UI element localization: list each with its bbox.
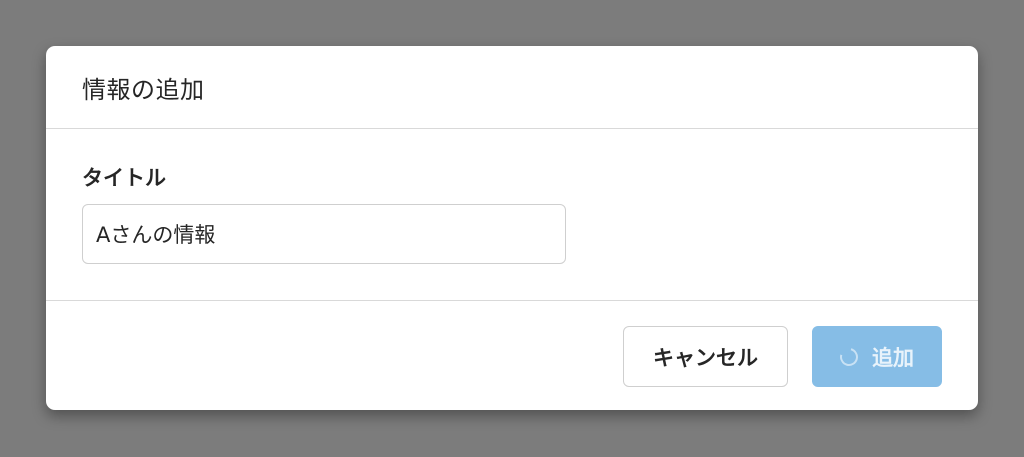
add-button[interactable]: 追加 bbox=[812, 326, 942, 387]
cancel-button[interactable]: キャンセル bbox=[623, 326, 788, 387]
loading-spinner-icon bbox=[836, 344, 862, 369]
dialog-body: タイトル bbox=[46, 129, 978, 301]
dialog-footer: キャンセル 追加 bbox=[46, 301, 978, 410]
add-button-label: 追加 bbox=[872, 345, 914, 370]
dialog-header: 情報の追加 bbox=[46, 46, 978, 129]
title-field-label: タイトル bbox=[82, 166, 166, 190]
dialog-title: 情報の追加 bbox=[82, 75, 205, 104]
cancel-button-label: キャンセル bbox=[653, 345, 758, 370]
add-info-dialog: 情報の追加 タイトル キャンセル 追加 bbox=[46, 46, 978, 410]
title-input[interactable] bbox=[82, 204, 566, 264]
